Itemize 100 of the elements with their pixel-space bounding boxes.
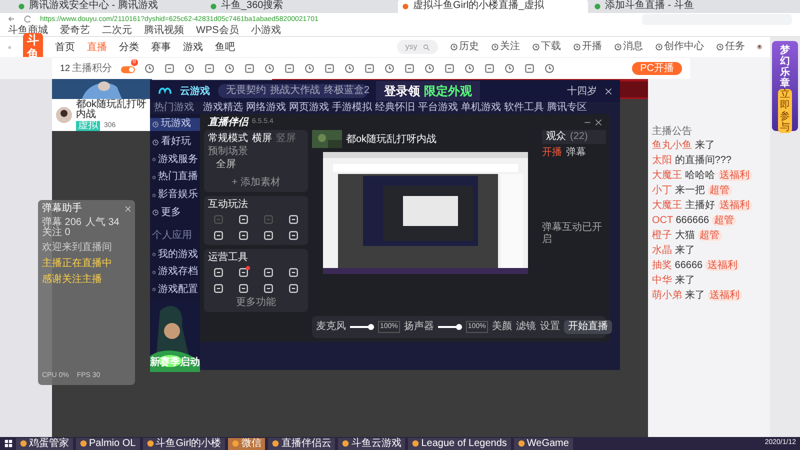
header-button[interactable]: 开播 bbox=[572, 42, 602, 52]
app-title: 直播伴侣 bbox=[208, 116, 248, 130]
nav-link[interactable]: 腾讯专区 bbox=[547, 103, 587, 113]
taskbar-button[interactable]: Palmio OL bbox=[76, 438, 140, 450]
page-icon bbox=[18, 2, 25, 10]
search-chip[interactable]: 挑战大作战 bbox=[270, 86, 320, 96]
nav-link[interactable]: 网络游戏 bbox=[246, 103, 286, 113]
back-icon[interactable] bbox=[8, 15, 16, 23]
add-source-button[interactable]: + 添加素材 bbox=[232, 178, 280, 188]
nav-link[interactable]: 软件工具 bbox=[504, 103, 544, 113]
mode-dropdown[interactable]: 常规模式 bbox=[208, 134, 248, 144]
chat-message: 鱼丸小鱼 来了 bbox=[652, 140, 716, 152]
streamer-name: 都ok随玩乱打呀内战 bbox=[76, 100, 148, 120]
taskbar-button[interactable]: League of Legends bbox=[408, 438, 511, 450]
app-icon bbox=[518, 440, 525, 447]
taskbar-button[interactable]: 斗鱼Girl的小楼 bbox=[142, 438, 226, 450]
browser-tab[interactable]: 斗鱼_360搜索 bbox=[206, 0, 396, 13]
panel-title: 弹幕助手 bbox=[42, 204, 82, 214]
bookmark-link[interactable]: 腾讯视频 bbox=[144, 26, 184, 36]
refresh-icon[interactable] bbox=[24, 15, 32, 23]
action-button[interactable]: 设置 bbox=[540, 322, 560, 332]
taskbar-button[interactable]: 斗鱼云游戏 bbox=[338, 438, 406, 450]
nav-link[interactable]: 平台游戏 bbox=[418, 103, 458, 113]
search-icon[interactable] bbox=[422, 44, 430, 50]
taskbar-button[interactable]: 微信 bbox=[228, 438, 266, 450]
nav-link[interactable]: 游戏精选 bbox=[203, 103, 243, 113]
page-icon bbox=[210, 2, 217, 10]
avatar-icon[interactable] bbox=[56, 107, 72, 123]
user-name[interactable]: 十四岁 bbox=[567, 84, 597, 98]
page-icon bbox=[594, 2, 601, 10]
points-count: 12 bbox=[60, 64, 70, 73]
sidebar-item[interactable]: 游戏存档 bbox=[150, 266, 200, 279]
sidebar-item[interactable]: 看好玩 bbox=[150, 136, 200, 148]
close-icon[interactable] bbox=[605, 88, 612, 94]
nav-link[interactable]: 鱼吧 bbox=[215, 40, 236, 54]
app-icon bbox=[146, 440, 154, 447]
sidebar-item[interactable]: 游戏配置 bbox=[150, 284, 200, 296]
chat-message: 太阳 的直播间??? bbox=[652, 155, 732, 167]
taskbar-button[interactable]: 鸡蛋管家 bbox=[16, 438, 73, 450]
browser-tab[interactable]: 添加斗鱼直播 - 斗鱼 bbox=[590, 0, 780, 13]
slider-thumb[interactable] bbox=[368, 324, 374, 330]
sidebar-item[interactable]: 热门直播 bbox=[150, 171, 200, 184]
bookmark-link[interactable]: 二次元 bbox=[102, 26, 132, 36]
danmu-message: 欢迎来到直播间 bbox=[42, 242, 113, 254]
nav-link[interactable]: 分类 bbox=[119, 40, 140, 54]
app-icon bbox=[80, 440, 87, 447]
action-button[interactable]: 滤镜 bbox=[516, 322, 536, 332]
header-button[interactable]: 下载 bbox=[532, 42, 561, 52]
start-live-button[interactable]: 开始直播 bbox=[564, 320, 612, 334]
header-button[interactable]: 关注 bbox=[490, 42, 520, 52]
sidebar-item[interactable]: 游戏服务 bbox=[150, 153, 200, 166]
header-button[interactable]: 任务 bbox=[716, 42, 745, 52]
panel-action[interactable]: 弹幕 bbox=[566, 148, 586, 158]
volume-slider[interactable] bbox=[350, 324, 374, 330]
bookmark-link[interactable]: 小游戏 bbox=[250, 26, 281, 36]
chat-message: 大魔王 哈哈哈 送福利 bbox=[652, 170, 753, 182]
nav-link[interactable]: 手游模拟 bbox=[332, 103, 372, 113]
sidebar-item[interactable]: 我的游戏 bbox=[150, 248, 200, 261]
scene-tab[interactable]: 预制场景 bbox=[208, 147, 304, 157]
nav-link[interactable]: 单机游戏 bbox=[461, 103, 501, 113]
nav-link[interactable]: 游戏 bbox=[183, 40, 204, 54]
panel-tab[interactable]: 观众 bbox=[546, 132, 566, 142]
bookmark-link[interactable]: 爱奇艺 bbox=[60, 26, 90, 36]
sidebar-item[interactable]: 玩游戏 bbox=[150, 118, 200, 131]
panel-tab[interactable]: (22) bbox=[570, 132, 588, 142]
nav-link[interactable]: 网页游戏 bbox=[289, 103, 329, 113]
scene-item[interactable]: 全屏 bbox=[208, 160, 236, 170]
taskbar-button[interactable]: 直播伴侣云 bbox=[268, 438, 336, 450]
nav-link[interactable]: 赛事 bbox=[151, 40, 172, 54]
ad-banner[interactable]: 梦幻乐章 立即参与 bbox=[772, 41, 798, 131]
app-icon bbox=[232, 440, 240, 447]
stat-label: 人气 34 bbox=[85, 218, 120, 228]
action-button[interactable]: 美颜 bbox=[492, 322, 512, 332]
chat-message: 橙子 大猫 超管 bbox=[652, 230, 723, 242]
header-button[interactable]: 消息 bbox=[614, 42, 643, 52]
slider-thumb[interactable] bbox=[456, 324, 462, 330]
taskbar-button[interactable]: WeGame bbox=[514, 438, 573, 450]
search-field[interactable] bbox=[642, 14, 792, 24]
bookmark-link[interactable]: WPS会员 bbox=[196, 26, 239, 36]
header-button[interactable]: 创作中心 bbox=[654, 42, 704, 52]
header-button[interactable]: 历史 bbox=[450, 42, 479, 52]
nav-link[interactable]: 经典怀旧 bbox=[375, 103, 415, 113]
orientation-tab[interactable]: 横屏 bbox=[252, 134, 272, 144]
panel-action[interactable]: 开播 bbox=[542, 148, 562, 158]
chat-message: 中华 来了 bbox=[652, 275, 696, 287]
search-field[interactable]: 无畏契约 挑战大作战 终极蓝盒2 bbox=[218, 84, 368, 98]
search-chip[interactable]: 终极蓝盒2 bbox=[324, 86, 370, 96]
chat-message: 萌小弟 来了 送福利 bbox=[652, 290, 743, 302]
app-icon bbox=[342, 440, 350, 447]
sidebar-item[interactable]: 更多 bbox=[150, 206, 200, 220]
search-chip[interactable]: 无畏契约 bbox=[226, 86, 266, 96]
stream-title: 都ok随玩乱打呀内战 bbox=[346, 132, 437, 146]
more-button[interactable]: 更多功能 bbox=[236, 298, 276, 308]
close-icon[interactable] bbox=[595, 118, 602, 126]
nav-link[interactable]: 首页 bbox=[55, 40, 76, 54]
audio-label: 扬声器 bbox=[404, 322, 434, 332]
volume-slider[interactable] bbox=[438, 324, 462, 330]
promo-banner[interactable]: 登录领 限定外观 bbox=[376, 81, 480, 101]
start-icon[interactable] bbox=[4, 439, 13, 448]
sidebar-item[interactable]: 影音娱乐 bbox=[150, 188, 200, 202]
